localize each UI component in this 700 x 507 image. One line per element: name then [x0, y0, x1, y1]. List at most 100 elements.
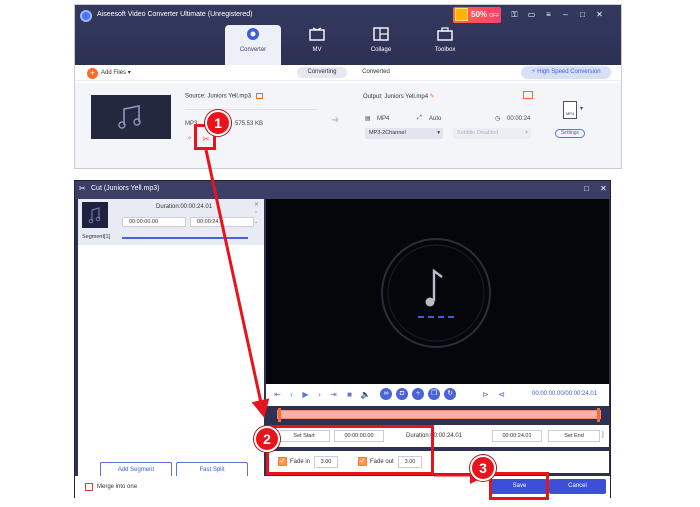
add-icon[interactable]: +	[412, 388, 424, 400]
segment-thumbnail	[82, 202, 108, 228]
step-badge-1: 1	[205, 110, 231, 136]
output-text: Output: Juniors Yell.mp4	[363, 94, 429, 100]
skip-end-icon[interactable]: ⇥	[328, 389, 339, 400]
segment-label: Segment[1]	[82, 234, 111, 240]
mark-out-icon[interactable]: ⊲	[496, 389, 507, 400]
close-segment-icon[interactable]: ✕	[254, 201, 259, 208]
edit-pencil-icon[interactable]: ✎	[430, 94, 435, 100]
mv-icon	[309, 27, 325, 41]
main-window: Aiseesoft Video Converter Ultimate (Unre…	[74, 4, 622, 169]
plus-icon: +	[87, 68, 98, 79]
add-files-button[interactable]: + Add Files ▾	[87, 67, 131, 79]
format-badge-text: MP4	[565, 111, 575, 116]
chat-icon[interactable]: ▭	[526, 9, 537, 20]
key-icon[interactable]: ⚿	[509, 9, 520, 20]
source-text: Source: Juniors Yell.mp3	[185, 93, 252, 100]
app-logo-icon	[80, 10, 92, 22]
promo-percent: 50%	[471, 10, 488, 19]
source-progress-line	[185, 109, 317, 110]
tab-converter[interactable]: Converter	[225, 25, 281, 65]
next-frame-icon[interactable]: ›	[314, 389, 325, 400]
lightning-icon: ⚡	[531, 69, 536, 75]
skip-start-icon[interactable]: ⇤	[272, 389, 283, 400]
step-badge-3: 3	[470, 455, 496, 481]
segment-list: Duration:00:00:24.01 00:00:00.00 00:00:2…	[78, 199, 264, 478]
output-resolution: Auto	[429, 116, 442, 122]
merge-checkbox[interactable]	[85, 483, 93, 491]
set-end-button[interactable]: Set End	[548, 430, 600, 442]
tab-label: Toolbox	[434, 47, 456, 53]
info-icon[interactable]	[255, 93, 263, 99]
menu-icon[interactable]: ≡	[543, 9, 554, 20]
output-folder-icon[interactable]	[523, 91, 533, 99]
arrow-right-icon: ➜	[331, 115, 340, 126]
chevron-down-icon[interactable]: ⌄	[254, 219, 258, 225]
end-handle[interactable]	[597, 408, 600, 422]
resize-icon: ⤢	[417, 115, 422, 121]
step-badge-2: 2	[254, 426, 280, 452]
chevron-down-icon[interactable]: ▾	[128, 70, 131, 76]
mark-in-icon[interactable]: ⊳	[480, 389, 491, 400]
file-thumbnail[interactable]	[91, 95, 171, 139]
start-handle[interactable]	[278, 408, 281, 422]
audio-track-value: MP3-2Channel	[369, 130, 406, 136]
add-files-label: Add Files	[101, 70, 127, 76]
stop-icon[interactable]: ■	[344, 389, 355, 400]
segment-item[interactable]: Duration:00:00:24.01 00:00:00.00 00:00:2…	[78, 199, 264, 245]
audio-track-select[interactable]: MP3-2Channel ▾	[365, 128, 443, 139]
maximize-icon[interactable]: □	[584, 184, 589, 193]
toolbox-icon	[437, 27, 453, 41]
chevron-down-icon[interactable]: ▾	[580, 105, 583, 112]
playback-controls: ⇤ ‹ ▶ › ⇥ ■ 🔈 ∞ ◘ + ❐ ↻ ⊳ ⊲ 00:00:00.00/…	[266, 384, 609, 406]
time-display: 00:00:00.00/00:00:24.01	[532, 391, 598, 397]
minimize-icon[interactable]: –	[560, 9, 571, 20]
chevron-down-icon: ▾	[525, 130, 528, 136]
scissors-icon: ✂	[79, 184, 86, 193]
close-icon[interactable]: ✕	[600, 184, 607, 193]
high-speed-conversion-button[interactable]: ⚡ High Speed Conversion	[521, 66, 611, 79]
previous-frame-icon[interactable]: ‹	[286, 389, 297, 400]
tab-mv[interactable]: MV	[289, 25, 345, 65]
format-badge[interactable]: MP4	[563, 101, 577, 119]
subtitle-select[interactable]: Subtitle Disabled ▾	[453, 128, 531, 139]
output-filename: Output: Juniors Yell.mp4 ✎	[363, 93, 435, 100]
converting-tab[interactable]: Converting	[297, 67, 347, 78]
converted-tab[interactable]: Converted	[351, 67, 401, 78]
highlight-box-fade	[266, 425, 434, 475]
film-icon: ▤	[365, 116, 371, 122]
cancel-button[interactable]: Cancel	[549, 479, 606, 494]
merge-label: Merge into one	[97, 484, 138, 490]
tab-toolbox[interactable]: Toolbox	[417, 25, 473, 65]
cut-title-bar: ✂ Cut (Juniors Yell.mp3) □ ✕	[75, 181, 610, 199]
tab-collage[interactable]: Collage	[353, 25, 409, 65]
timeline-slider[interactable]	[277, 408, 601, 422]
toolbar: + Add Files ▾ Converting Converted ⚡ Hig…	[75, 65, 621, 81]
close-icon[interactable]: ✕	[594, 9, 605, 20]
promo-badge[interactable]: 50% OFF	[453, 7, 501, 23]
cut-title: Cut (Juniors Yell.mp3)	[91, 185, 160, 192]
refresh-icon[interactable]: ↻	[444, 388, 456, 400]
chevron-up-icon[interactable]: ⌃	[254, 211, 258, 217]
play-icon[interactable]: ▶	[300, 389, 311, 400]
snapshot-icon[interactable]: ◘	[396, 388, 408, 400]
video-preview[interactable]	[266, 199, 609, 384]
segment-bar	[122, 237, 248, 239]
tab-label: MV	[312, 47, 322, 53]
volume-icon[interactable]: 🔈	[360, 389, 371, 400]
music-note-icon	[118, 105, 141, 129]
loop-icon[interactable]: ∞	[380, 388, 392, 400]
end-time-input[interactable]: 00:00:24.01	[492, 430, 542, 442]
copy-icon[interactable]: ❐	[428, 388, 440, 400]
source-size: 575.53 KB	[235, 121, 264, 127]
settings-button[interactable]: Settings	[555, 129, 585, 138]
enhance-icon[interactable]: ✧	[187, 135, 192, 142]
high-speed-label: High Speed Conversion	[537, 69, 601, 75]
chevron-down-icon: ▾	[437, 130, 440, 136]
segment-start-input[interactable]: 00:00:00.00	[122, 217, 186, 227]
highlight-box-save	[489, 472, 549, 500]
subtitle-value: Subtitle Disabled	[457, 130, 499, 136]
maximize-icon[interactable]: □	[577, 9, 588, 20]
segment-end-input[interactable]: 00:00:24.0	[190, 217, 254, 227]
title-bar: Aiseesoft Video Converter Ultimate (Unre…	[75, 5, 621, 65]
promo-off: OFF	[489, 13, 500, 19]
